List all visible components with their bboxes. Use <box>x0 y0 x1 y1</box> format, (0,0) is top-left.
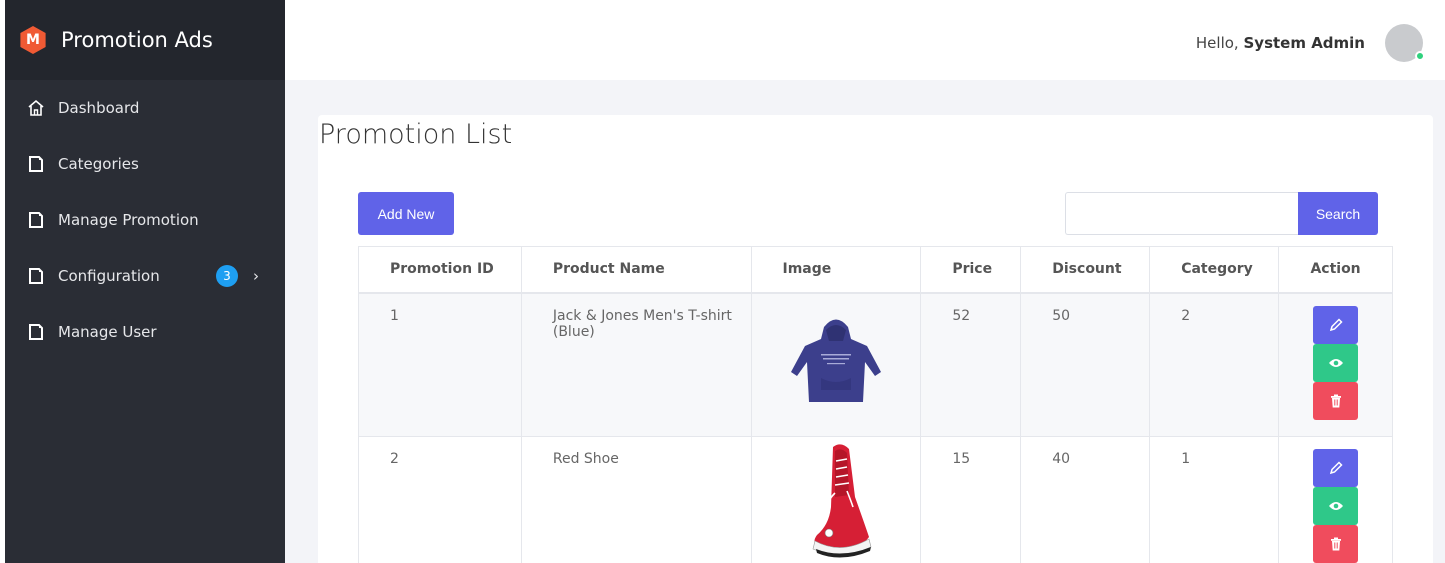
home-icon <box>27 99 45 117</box>
sidebar-item-label: Manage User <box>58 323 157 341</box>
page-icon <box>27 267 45 285</box>
top-header: Hello, System Admin <box>285 0 1445 80</box>
avatar[interactable] <box>1385 24 1425 62</box>
edit-button[interactable] <box>1313 448 1359 487</box>
cell-product-name: Red Shoe <box>520 435 752 563</box>
delete-button[interactable] <box>1313 524 1359 563</box>
sidebar-item-label: Categories <box>58 155 139 173</box>
add-new-button[interactable]: Add New <box>358 192 454 235</box>
sidebar-item-label: Dashboard <box>58 99 140 117</box>
cell-discount: 40 <box>1020 435 1151 563</box>
promotion-list-card: Promotion List Add New Search Promotion … <box>318 115 1433 563</box>
cell-category: 2 <box>1149 292 1280 437</box>
cell-price: 15 <box>920 435 1022 563</box>
header-category: Category <box>1149 246 1280 294</box>
online-status-dot <box>1415 51 1425 61</box>
pencil-icon <box>1329 460 1343 474</box>
sidebar-item-manage-user[interactable]: Manage User <box>5 304 285 360</box>
pencil-icon <box>1329 317 1343 331</box>
user-greeting: Hello, System Admin <box>1196 34 1365 52</box>
hoodie-image <box>790 319 881 402</box>
cell-image <box>750 435 922 563</box>
cell-promotion-id: 1 <box>358 292 522 437</box>
table-row: 2 Red Shoe 15 40 1 <box>358 435 1393 563</box>
page-title: Promotion List <box>319 119 513 150</box>
cell-category: 1 <box>1149 435 1280 563</box>
trash-icon <box>1330 537 1341 550</box>
sidebar-item-categories[interactable]: Categories <box>5 136 285 192</box>
configuration-badge: 3 <box>216 265 238 287</box>
page-icon <box>27 323 45 341</box>
delete-button[interactable] <box>1313 381 1359 420</box>
view-button[interactable] <box>1313 486 1359 525</box>
sidebar-item-dashboard[interactable]: Dashboard <box>5 80 285 136</box>
brand[interactable]: M Promotion Ads <box>5 0 285 80</box>
search-input[interactable] <box>1065 192 1298 235</box>
main-content: Promotion List Add New Search Promotion … <box>285 80 1445 563</box>
page: M Promotion Ads Dashboard Categories Man… <box>0 0 1445 563</box>
greeting-text: Hello, <box>1195 34 1239 52</box>
cell-discount: 50 <box>1020 292 1151 437</box>
cell-action <box>1278 292 1393 437</box>
brand-logo: M <box>20 26 46 54</box>
sidebar-item-label: Manage Promotion <box>58 211 199 229</box>
header-image: Image <box>750 246 922 294</box>
brand-logo-letter: M <box>26 32 40 48</box>
page-icon <box>27 211 45 229</box>
view-button[interactable] <box>1313 343 1359 382</box>
promotion-table: Promotion ID Product Name Image Price Di… <box>358 246 1393 563</box>
table-row: 1 Jack & Jones Men's T-shirt (Blue) 52 5… <box>358 292 1393 437</box>
eye-icon <box>1328 501 1343 510</box>
header-price: Price <box>920 246 1022 294</box>
action-buttons <box>1279 305 1392 420</box>
sidebar: M Promotion Ads Dashboard Categories Man… <box>5 0 285 563</box>
trash-icon <box>1330 394 1341 407</box>
sidebar-nav: Dashboard Categories Manage Promotion Co… <box>5 80 285 360</box>
cell-promotion-id: 2 <box>358 435 522 563</box>
cell-action <box>1278 435 1393 563</box>
header-action: Action <box>1278 246 1393 294</box>
edit-button[interactable] <box>1313 305 1359 344</box>
user-name[interactable]: System Admin <box>1243 34 1365 52</box>
sidebar-item-label: Configuration <box>58 267 160 285</box>
sidebar-item-manage-promotion[interactable]: Manage Promotion <box>5 192 285 248</box>
red-shoe-image <box>812 443 872 558</box>
header-product-name: Product Name <box>520 246 752 294</box>
cell-price: 52 <box>920 292 1022 437</box>
page-icon <box>27 155 45 173</box>
header-promotion-id: Promotion ID <box>358 246 522 294</box>
cell-product-name: Jack & Jones Men's T-shirt (Blue) <box>520 292 752 437</box>
cell-image <box>750 292 922 437</box>
action-buttons <box>1279 448 1392 563</box>
eye-icon <box>1328 358 1343 367</box>
table-header-row: Promotion ID Product Name Image Price Di… <box>358 246 1393 294</box>
header-discount: Discount <box>1020 246 1151 294</box>
search-button[interactable]: Search <box>1298 192 1378 235</box>
brand-title: Promotion Ads <box>61 28 213 52</box>
chevron-right-icon[interactable]: › <box>253 267 259 285</box>
sidebar-item-configuration[interactable]: Configuration 3 › <box>5 248 285 304</box>
